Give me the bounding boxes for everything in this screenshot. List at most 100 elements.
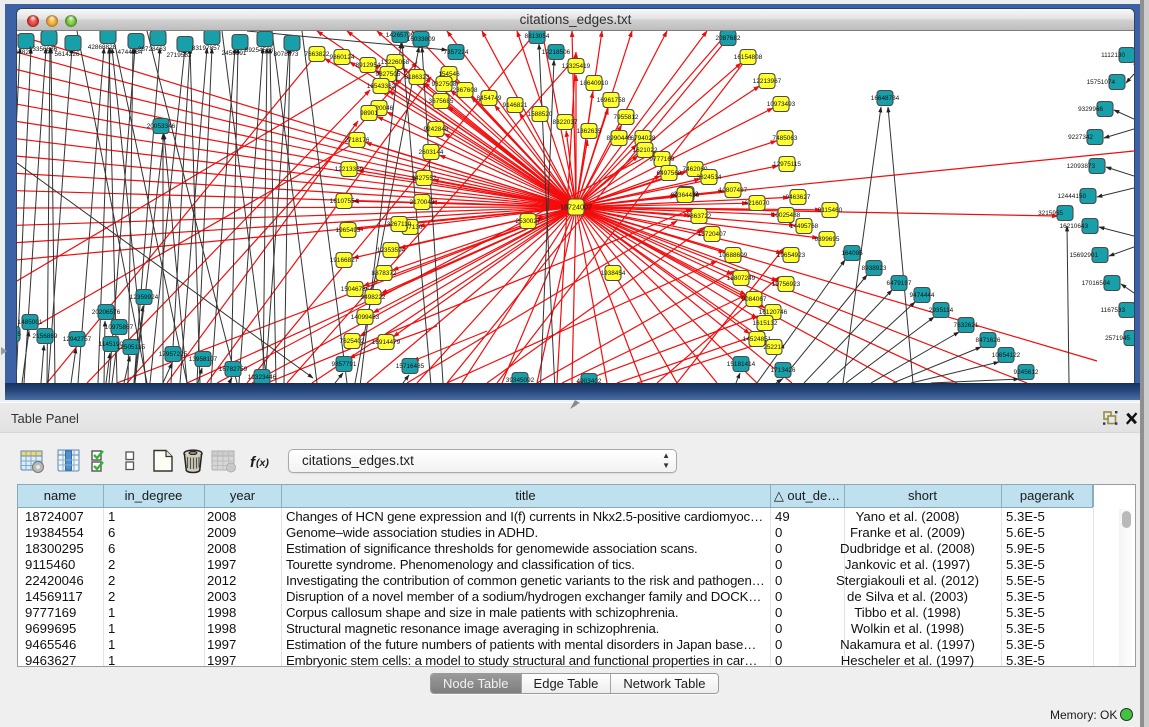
svg-text:164095: 164095 bbox=[841, 250, 863, 257]
svg-text:17957225: 17957225 bbox=[159, 351, 188, 358]
svg-text:8186323: 8186323 bbox=[405, 74, 430, 81]
svg-text:15716485: 15716485 bbox=[396, 363, 425, 370]
svg-text:6399695: 6399695 bbox=[815, 236, 840, 243]
svg-text:14495768: 14495768 bbox=[790, 223, 819, 230]
svg-text:12213369: 12213369 bbox=[335, 166, 364, 173]
svg-text:9327505: 9327505 bbox=[376, 71, 401, 78]
svg-text:252214: 252214 bbox=[763, 344, 785, 351]
svg-text:1362635: 1362635 bbox=[577, 128, 602, 135]
svg-text:2718176: 2718176 bbox=[345, 137, 370, 144]
svg-text:1167533: 1167533 bbox=[1101, 307, 1126, 314]
svg-text:1112130: 1112130 bbox=[1101, 52, 1125, 59]
svg-text:9463627: 9463627 bbox=[786, 194, 811, 201]
svg-text:10807487: 10807487 bbox=[719, 187, 748, 194]
svg-text:6479197: 6479197 bbox=[887, 280, 912, 287]
svg-text:12093873: 12093873 bbox=[1067, 163, 1096, 170]
svg-text:12505135: 12505135 bbox=[117, 344, 146, 351]
svg-text:18724007: 18724007 bbox=[560, 203, 592, 212]
svg-text:7863722: 7863722 bbox=[687, 213, 712, 220]
svg-text:16107554: 16107554 bbox=[330, 198, 359, 205]
svg-text:16961758: 16961758 bbox=[597, 97, 626, 104]
svg-text:20364436: 20364436 bbox=[671, 192, 700, 199]
svg-text:15751074: 15751074 bbox=[1087, 79, 1116, 86]
svg-text:15692901: 15692901 bbox=[1070, 252, 1099, 259]
svg-text:6216070: 6216070 bbox=[745, 200, 770, 207]
svg-text:2156869: 2156869 bbox=[33, 333, 58, 340]
svg-text:15720407: 15720407 bbox=[698, 231, 727, 238]
svg-text:10688609: 10688609 bbox=[719, 252, 748, 259]
svg-text:39155: 39155 bbox=[17, 331, 21, 338]
svg-text:7357224: 7357224 bbox=[444, 49, 469, 56]
svg-text:18640910: 18640910 bbox=[580, 80, 609, 87]
svg-text:12942757: 12942757 bbox=[63, 336, 92, 343]
svg-text:9777169: 9777169 bbox=[650, 156, 675, 163]
svg-text:9146821: 9146821 bbox=[503, 102, 528, 109]
svg-text:(x): (x) bbox=[256, 457, 269, 469]
svg-text:12213967: 12213967 bbox=[753, 78, 782, 85]
svg-text:3498222: 3498222 bbox=[361, 294, 386, 301]
svg-text:1615132: 1615132 bbox=[753, 320, 778, 327]
svg-text:7663822: 7663822 bbox=[305, 51, 330, 58]
svg-text:8990448: 8990448 bbox=[607, 135, 632, 142]
svg-text:19756923: 19756923 bbox=[772, 281, 801, 288]
svg-text:19654923: 19654923 bbox=[777, 252, 806, 259]
svg-text:9227342: 9227342 bbox=[1068, 134, 1093, 141]
svg-text:7625402: 7625402 bbox=[340, 338, 365, 345]
svg-text:9115460: 9115460 bbox=[818, 207, 843, 214]
svg-text:8813054: 8813054 bbox=[525, 33, 550, 40]
svg-text:13226058: 13226058 bbox=[381, 59, 410, 66]
svg-text:16914479: 16914479 bbox=[372, 339, 401, 346]
svg-text:13325419: 13325419 bbox=[562, 63, 591, 70]
svg-text:8427552: 8427552 bbox=[412, 175, 437, 182]
svg-text:2571945: 2571945 bbox=[1105, 335, 1130, 342]
svg-text:7632621: 7632621 bbox=[954, 322, 979, 329]
svg-text:12444150: 12444150 bbox=[1058, 193, 1087, 200]
svg-text:3267110: 3267110 bbox=[387, 221, 412, 228]
svg-text:89254563: 89254563 bbox=[245, 47, 274, 54]
svg-text:7485063: 7485063 bbox=[773, 135, 798, 142]
svg-text:1938454: 1938454 bbox=[601, 270, 626, 277]
svg-text:9474444: 9474444 bbox=[910, 292, 935, 299]
svg-text:2719583: 2719583 bbox=[167, 52, 192, 59]
svg-text:3675685: 3675685 bbox=[429, 98, 454, 105]
svg-text:8078673: 8078673 bbox=[274, 51, 299, 58]
svg-text:2367608: 2367608 bbox=[453, 87, 478, 94]
svg-text:10973493: 10973493 bbox=[767, 101, 796, 108]
svg-text:6497568: 6497568 bbox=[657, 170, 682, 177]
svg-text:2530027: 2530027 bbox=[516, 218, 541, 225]
svg-text:14099483: 14099483 bbox=[351, 314, 380, 321]
svg-text:10975867: 10975867 bbox=[105, 324, 134, 331]
svg-text:12323446: 12323446 bbox=[248, 374, 277, 381]
svg-text:83197857: 83197857 bbox=[192, 45, 221, 52]
svg-text:9245612: 9245612 bbox=[1014, 369, 1039, 376]
svg-text:10654122: 10654122 bbox=[992, 352, 1021, 359]
svg-text:42868828: 42868828 bbox=[88, 44, 117, 51]
svg-text:4903402: 4903402 bbox=[577, 378, 602, 383]
svg-text:18807249: 18807249 bbox=[727, 275, 756, 282]
svg-text:19218506: 19218506 bbox=[542, 49, 571, 56]
svg-text:8878372: 8878372 bbox=[372, 270, 397, 277]
svg-text:1713426: 1713426 bbox=[771, 367, 796, 374]
svg-text:16543362: 16543362 bbox=[367, 83, 396, 90]
svg-text:3215955: 3215955 bbox=[1038, 210, 1063, 217]
svg-text:20206576: 20206576 bbox=[92, 309, 121, 316]
svg-text:39345092: 39345092 bbox=[506, 377, 535, 383]
svg-text:8912954: 8912954 bbox=[356, 62, 381, 69]
svg-text:12975115: 12975115 bbox=[773, 161, 801, 168]
svg-text:8471626: 8471626 bbox=[976, 337, 1001, 344]
svg-text:2458591: 2458591 bbox=[222, 50, 247, 57]
svg-text:13958107: 13958107 bbox=[189, 356, 218, 363]
svg-text:9242848: 9242848 bbox=[424, 126, 449, 133]
svg-text:8938923: 8938923 bbox=[862, 265, 887, 272]
svg-text:16033809: 16033809 bbox=[407, 36, 436, 43]
svg-text:8322037: 8322037 bbox=[553, 119, 578, 126]
svg-text:2935114: 2935114 bbox=[929, 307, 954, 314]
svg-text:3824534: 3824534 bbox=[697, 174, 722, 181]
svg-text:2087682: 2087682 bbox=[716, 35, 741, 42]
svg-text:2603144: 2603144 bbox=[419, 149, 444, 156]
svg-text:9860124: 9860124 bbox=[330, 54, 355, 61]
svg-text:12359924: 12359924 bbox=[130, 294, 159, 301]
svg-text:6794028: 6794028 bbox=[631, 135, 656, 142]
svg-text:16782759: 16782759 bbox=[219, 366, 248, 373]
svg-text:5614226: 5614226 bbox=[55, 51, 80, 58]
